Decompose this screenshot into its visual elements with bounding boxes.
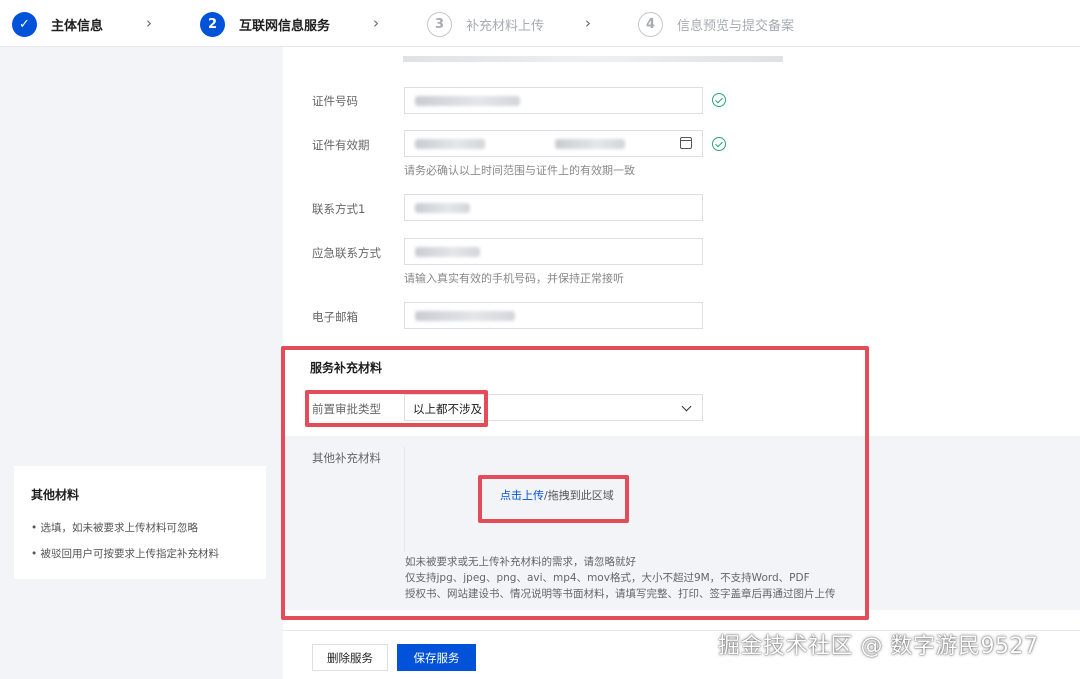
step-1-check-icon: ✓ xyxy=(12,11,37,37)
upload-drag-text: /拖拽到此区域 xyxy=(544,489,614,502)
step-4-number: 4 xyxy=(638,11,663,37)
upload-note: 如未被要求或无上传补充材料的需求，请忽略就好 xyxy=(405,556,636,568)
watermark: 掘金技术社区 @ 数字游民9527 xyxy=(718,634,1039,659)
chevron-down-icon xyxy=(681,401,692,412)
delete-service-button[interactable]: 删除服务 xyxy=(312,644,388,671)
contact1-input[interactable] xyxy=(404,194,703,221)
upload-note: 授权书、网站建设书、情况说明等书面材料，请填写完整、打印、签字盖章后再通过图片上… xyxy=(405,588,836,600)
step-1-label: 主体信息 xyxy=(51,18,104,34)
other-materials-label: 其他补充材料 xyxy=(312,451,381,465)
redacted-value xyxy=(415,311,515,321)
redacted-value xyxy=(415,247,480,257)
redacted-value xyxy=(415,203,470,213)
approval-type-label: 前置审批类型 xyxy=(312,402,381,416)
cert-validity-label: 证件有效期 xyxy=(312,138,370,152)
truncated-hint-text xyxy=(403,55,803,65)
upload-prompt: 点击上传/拖拽到此区域 xyxy=(500,487,614,503)
tip-item-text: 选填，如未被要求上传材料可忽略 xyxy=(40,522,199,534)
emergency-contact-help: 请输入真实有效的手机号码，并保持正常接听 xyxy=(404,272,624,285)
emergency-contact-label: 应急联系方式 xyxy=(312,246,381,260)
tip-item: • 被驳回用户可按要求上传指定补充材料 xyxy=(31,548,220,560)
cert-number-label: 证件号码 xyxy=(312,94,358,108)
cert-number-input[interactable] xyxy=(404,87,703,114)
supplement-section-title: 服务补充材料 xyxy=(310,361,383,375)
service-form: 证件号码 证件有效期 请务必确认以上时间范围与证件上的有效期一致 联系方式1 应… xyxy=(283,47,1080,679)
cert-validity-range-picker[interactable] xyxy=(404,130,703,157)
tip-item: • 选填，如未被要求上传材料可忽略 xyxy=(31,522,199,534)
save-service-button[interactable]: 保存服务 xyxy=(397,644,476,671)
step-3[interactable]: 3 补充材料上传 xyxy=(427,11,544,37)
step-2-number: 2 xyxy=(200,11,225,37)
step-2[interactable]: 2 互联网信息服务 xyxy=(200,11,330,37)
chevron-right-icon: › xyxy=(373,14,379,32)
step-4-label: 信息预览与提交备案 xyxy=(677,18,795,34)
approval-type-select[interactable]: 以上都不涉及 xyxy=(404,394,703,421)
tip-card-title: 其他材料 xyxy=(31,488,80,502)
email-input[interactable] xyxy=(404,302,703,329)
upload-dropzone[interactable]: 点击上传/拖拽到此区域 xyxy=(404,447,704,552)
approval-type-value: 以上都不涉及 xyxy=(413,402,482,416)
upload-link[interactable]: 点击上传 xyxy=(500,489,544,502)
contact1-label: 联系方式1 xyxy=(312,202,366,216)
stepper: ✓ 主体信息 › 2 互联网信息服务 › 3 补充材料上传 › 4 信息预览与提… xyxy=(0,0,1080,47)
upload-note: 仅支持jpg、jpeg、png、avi、mp4、mov格式，大小不超过9M，不支… xyxy=(405,572,810,584)
redacted-start-date xyxy=(415,139,485,149)
emergency-contact-input[interactable] xyxy=(404,238,703,265)
step-1[interactable]: ✓ 主体信息 xyxy=(12,11,103,37)
other-materials-tip-card: 其他材料 • 选填，如未被要求上传材料可忽略 • 被驳回用户可按要求上传指定补充… xyxy=(14,466,266,579)
step-3-label: 补充材料上传 xyxy=(466,18,545,34)
chevron-right-icon: › xyxy=(146,14,152,32)
redacted-value xyxy=(415,96,520,106)
cert-validity-help: 请务必确认以上时间范围与证件上的有效期一致 xyxy=(404,164,635,177)
email-label: 电子邮箱 xyxy=(312,310,358,324)
step-3-number: 3 xyxy=(427,11,452,37)
redacted-end-date xyxy=(555,139,625,149)
chevron-right-icon: › xyxy=(585,14,591,32)
calendar-icon[interactable] xyxy=(680,137,692,149)
check-circle-icon xyxy=(712,93,726,107)
upload-notes: 如未被要求或无上传补充材料的需求，请忽略就好 仅支持jpg、jpeg、png、a… xyxy=(405,554,836,602)
tip-item-text: 被驳回用户可按要求上传指定补充材料 xyxy=(40,548,220,560)
step-2-label: 互联网信息服务 xyxy=(239,18,331,34)
step-4[interactable]: 4 信息预览与提交备案 xyxy=(638,11,794,37)
check-circle-icon xyxy=(712,137,726,151)
